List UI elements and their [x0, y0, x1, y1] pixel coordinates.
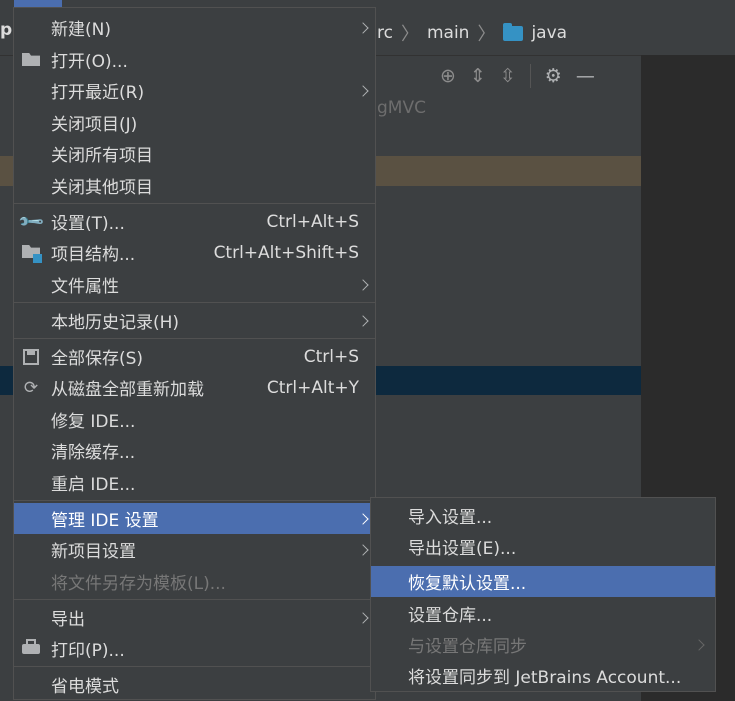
- printer-icon: [21, 639, 41, 659]
- menu-item-close-other-projects[interactable]: 关闭其他项目: [14, 170, 375, 201]
- manage-ide-settings-submenu: 导入设置... 导出设置(E)... 恢复默认设置... 设置仓库... 与设置…: [370, 497, 716, 692]
- chevron-right-icon: [693, 638, 705, 651]
- menu-item-label: 关闭项目(J): [51, 115, 138, 135]
- menu-item-open-recent[interactable]: 打开最近(R): [14, 75, 375, 106]
- project-toolbar: ⊕ ⇕ ⇳ ⚙ —: [440, 60, 595, 92]
- breadcrumb-item-java[interactable]: java: [531, 23, 567, 43]
- menu-item-label: 从磁盘全部重新加载: [51, 380, 204, 400]
- menu-item-label: 清除缓存...: [51, 443, 136, 463]
- chevron-right-icon: [357, 512, 369, 525]
- menu-item-label: 新项目设置: [51, 542, 136, 562]
- menu-separator: [14, 500, 375, 501]
- menu-item-label: 打印(P)...: [51, 641, 125, 661]
- locate-icon[interactable]: ⊕: [440, 65, 456, 87]
- save-icon: [21, 347, 41, 367]
- breadcrumb-separator-icon: 〉: [477, 24, 496, 45]
- chevron-right-icon: [357, 84, 369, 97]
- collapse-all-icon[interactable]: ⇳: [500, 65, 516, 87]
- breadcrumb: rc 〉 main 〉 java: [377, 20, 567, 46]
- menu-item-print[interactable]: 打印(P)...: [14, 633, 375, 664]
- chevron-right-icon: [357, 278, 369, 291]
- project-root-label: gMVC: [377, 98, 426, 118]
- menu-item-invalidate-caches[interactable]: 清除缓存...: [14, 435, 375, 466]
- menu-separator: [14, 338, 375, 339]
- breadcrumb-separator-icon: 〉: [400, 24, 419, 45]
- folder-icon: [503, 22, 524, 41]
- menu-item-label: 导出: [51, 610, 85, 630]
- menu-item-label: 关闭其他项目: [51, 178, 153, 198]
- submenu-item-sync-settings-repository: 与设置仓库同步: [371, 629, 715, 660]
- menu-item-label: 新建(N): [51, 20, 111, 40]
- submenu-item-label: 与设置仓库同步: [408, 637, 527, 657]
- submenu-item-label: 导入设置...: [408, 508, 493, 528]
- breadcrumb-item-src[interactable]: rc: [377, 23, 393, 43]
- submenu-item-settings-repository[interactable]: 设置仓库...: [371, 598, 715, 629]
- expand-all-icon[interactable]: ⇕: [470, 65, 486, 87]
- menu-separator: [14, 302, 375, 303]
- submenu-item-restore-default-settings[interactable]: 恢复默认设置...: [371, 566, 715, 597]
- menu-item-label: 修复 IDE...: [51, 412, 136, 432]
- submenu-item-import-settings[interactable]: 导入设置...: [371, 500, 715, 531]
- menu-item-shortcut: Ctrl+Alt+Y: [266, 377, 359, 398]
- menu-item-close-all-projects[interactable]: 关闭所有项目: [14, 138, 375, 169]
- gear-icon[interactable]: ⚙: [545, 65, 562, 87]
- reload-icon: ⟳: [23, 378, 39, 398]
- menu-item-label: 打开最近(R): [51, 83, 145, 103]
- submenu-item-label: 设置仓库...: [408, 606, 493, 626]
- menu-item-file-properties[interactable]: 文件属性: [14, 269, 375, 300]
- chevron-right-icon: [357, 21, 369, 34]
- menu-item-label: 管理 IDE 设置: [51, 511, 159, 531]
- chevron-right-icon: [357, 543, 369, 556]
- menu-item-label: 本地历史记录(H): [51, 313, 180, 333]
- menu-item-repair-ide[interactable]: 修复 IDE...: [14, 404, 375, 435]
- menu-item-project-structure[interactable]: 项目结构... Ctrl+Alt+Shift+S: [14, 237, 375, 268]
- menu-item-label: 项目结构...: [51, 245, 136, 265]
- menu-item-power-save-mode[interactable]: 省电模式: [14, 669, 375, 700]
- project-structure-icon: [21, 243, 42, 263]
- menu-separator: [14, 666, 375, 667]
- menu-item-label: 文件属性: [51, 277, 119, 297]
- submenu-item-label: 导出设置(E)...: [408, 539, 517, 559]
- breadcrumb-item-main[interactable]: main: [427, 23, 469, 43]
- menu-separator: [14, 203, 375, 204]
- menu-item-manage-ide-settings[interactable]: 管理 IDE 设置: [14, 503, 375, 534]
- menu-item-save-all[interactable]: 全部保存(S) Ctrl+S: [14, 341, 375, 372]
- menu-item-new[interactable]: 新建(N): [14, 12, 375, 43]
- menu-item-label: 全部保存(S): [51, 349, 144, 369]
- submenu-item-sync-to-jetbrains-account[interactable]: 将设置同步到 JetBrains Account...: [371, 660, 715, 691]
- menu-item-shortcut: Ctrl+Alt+S: [266, 211, 359, 232]
- menu-item-settings[interactable]: 🔧 设置(T)... Ctrl+Alt+S: [14, 206, 375, 237]
- menu-item-local-history[interactable]: 本地历史记录(H): [14, 305, 375, 336]
- project-name[interactable]: p: [0, 20, 12, 40]
- menu-item-export[interactable]: 导出: [14, 602, 375, 633]
- menu-item-close-project[interactable]: 关闭项目(J): [14, 107, 375, 138]
- menu-item-open[interactable]: 打开(O)...: [14, 44, 375, 75]
- submenu-item-label: 恢复默认设置...: [408, 574, 527, 594]
- menu-item-restart-ide[interactable]: 重启 IDE...: [14, 467, 375, 498]
- submenu-item-label: 将设置同步到 JetBrains Account...: [408, 668, 682, 688]
- menu-item-shortcut: Ctrl+S: [303, 346, 359, 367]
- menu-item-label: 将文件另存为模板(L)...: [51, 574, 226, 594]
- minimize-icon[interactable]: —: [576, 65, 595, 87]
- menu-item-label: 关闭所有项目: [51, 146, 153, 166]
- chevron-right-icon: [357, 611, 369, 624]
- menu-item-save-as-template: 将文件另存为模板(L)...: [14, 566, 375, 597]
- chevron-right-icon: [357, 314, 369, 327]
- menu-item-label: 省电模式: [51, 677, 119, 697]
- menu-item-new-project-settings[interactable]: 新项目设置: [14, 534, 375, 565]
- menu-separator: [14, 599, 375, 600]
- menu-item-shortcut: Ctrl+Alt+Shift+S: [213, 242, 359, 263]
- submenu-item-export-settings[interactable]: 导出设置(E)...: [371, 531, 715, 562]
- menu-item-label: 重启 IDE...: [51, 475, 136, 495]
- toolbar-divider: [529, 64, 531, 88]
- menu-item-label: 设置(T)...: [51, 214, 125, 234]
- menu-item-reload-all[interactable]: ⟳ 从磁盘全部重新加载 Ctrl+Alt+Y: [14, 372, 375, 403]
- wrench-icon: 🔧: [17, 207, 47, 237]
- menu-item-label: 打开(O)...: [51, 52, 128, 72]
- folder-open-icon: [21, 50, 41, 70]
- file-menu: 新建(N) 打开(O)... 打开最近(R) 关闭项目(J) 关闭所有项目 关闭…: [13, 7, 376, 700]
